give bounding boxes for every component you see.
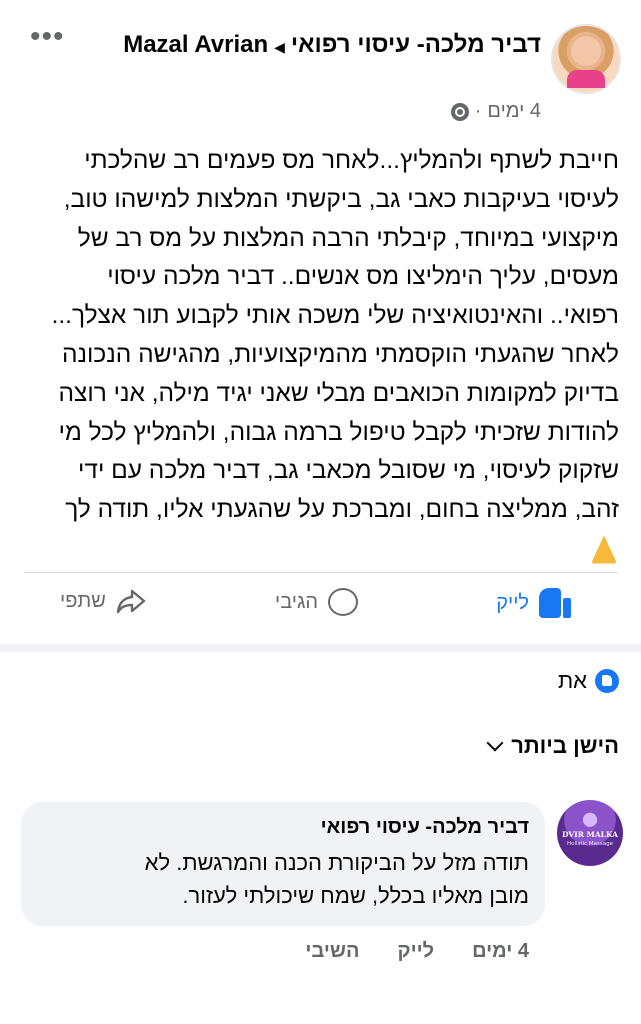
sort-label: הישן ביותר	[511, 733, 619, 758]
comment-like-button[interactable]: לייק	[398, 940, 435, 963]
comment-time[interactable]: 4 ימים	[472, 940, 529, 963]
post-time[interactable]: 4 ימים	[487, 100, 541, 123]
comment-actions: 4 ימים לייק השיבי	[305, 940, 529, 963]
comment-label: הגיבי	[275, 590, 319, 613]
folded-hands-emoji-icon	[589, 536, 619, 564]
divider	[24, 572, 618, 573]
comment-icon	[328, 588, 359, 616]
comment-author[interactable]: דביר מלכה- עיסוי רפואי	[321, 816, 529, 839]
chevron-down-icon	[486, 734, 504, 752]
share-icon	[116, 588, 146, 614]
post-text: חייבת לשתף ולהמליץ...לאחר מס פעמים רב שה…	[19, 142, 619, 569]
globe-icon	[450, 102, 469, 121]
separator-dot: ·	[474, 100, 482, 122]
thumbs-up-icon	[539, 588, 571, 618]
page-name[interactable]: דביר מלכה- עיסוי רפואי	[291, 31, 541, 58]
share-button[interactable]: שתפי	[60, 588, 146, 614]
avatar-sub-text: Holistic Massage	[567, 841, 613, 847]
post-body-text: חייבת לשתף ולהמליץ...לאחר מס פעמים רב שה…	[51, 147, 619, 524]
like-button[interactable]: לייק	[496, 588, 571, 618]
comment-sort-dropdown[interactable]: הישן ביותר	[486, 733, 619, 759]
avatar-brand-text: DVIR MALKA	[562, 830, 618, 839]
reactions-label: את	[557, 668, 587, 693]
post-author-line[interactable]: דביר מלכה- עיסוי רפואי ◀ Mazal Avrian	[101, 28, 541, 64]
like-label: לייק	[496, 591, 529, 614]
commenter-avatar[interactable]: DVIR MALKA Holistic Massage	[557, 800, 623, 866]
comment-button[interactable]: הגיבי	[275, 588, 359, 616]
comment-reply-button[interactable]: השיבי	[305, 940, 359, 963]
author-name[interactable]: Mazal Avrian	[123, 31, 268, 58]
share-label: שתפי	[60, 589, 106, 612]
like-reaction-icon	[595, 669, 619, 693]
author-avatar[interactable]	[551, 24, 621, 94]
reactions-summary[interactable]: את	[558, 668, 619, 694]
more-options-icon[interactable]: •••	[30, 22, 65, 52]
share-arrow-icon: ◀	[274, 39, 285, 55]
post-meta: 4 ימים ·	[450, 100, 541, 123]
comment-text: תודה מזל על הביקורת הכנה והמרגשת. לא מוב…	[144, 850, 529, 908]
section-divider	[0, 644, 641, 652]
